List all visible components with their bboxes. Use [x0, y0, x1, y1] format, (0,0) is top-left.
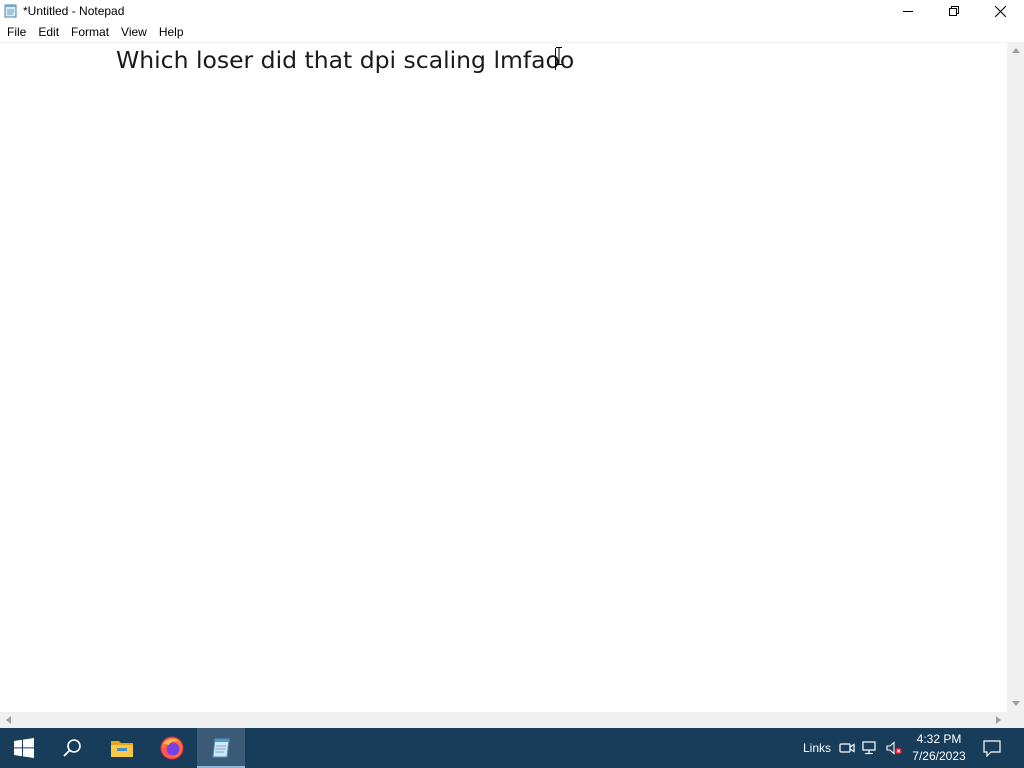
scroll-left-button[interactable] — [0, 712, 17, 728]
arrow-up-icon — [1011, 48, 1020, 53]
clock-date: 7/26/2023 — [912, 749, 966, 763]
title-bar[interactable]: *Untitled - Notepad — [0, 0, 1024, 22]
restore-button[interactable] — [931, 0, 977, 22]
restore-icon — [949, 6, 959, 16]
scroll-down-button[interactable] — [1007, 695, 1024, 712]
arrow-left-icon — [6, 716, 11, 724]
notepad-taskbar-button[interactable] — [197, 728, 245, 768]
menu-edit[interactable]: Edit — [32, 22, 65, 42]
notification-icon — [983, 739, 1001, 757]
file-explorer-button[interactable] — [98, 728, 146, 768]
menu-file[interactable]: File — [0, 22, 32, 42]
menu-format[interactable]: Format — [65, 22, 115, 42]
links-toolbar[interactable]: Links — [803, 728, 831, 768]
menu-bar: File Edit Format View Help — [0, 22, 1024, 42]
file-explorer-icon — [111, 741, 133, 757]
volume-muted-icon — [886, 741, 902, 755]
arrow-right-icon — [996, 716, 1001, 724]
editor-content[interactable]: Which loser did that dpi scaling lmfaoo — [116, 45, 574, 75]
scroll-up-button[interactable] — [1007, 42, 1024, 59]
network-icon — [862, 741, 876, 755]
text-editor-area[interactable]: Which loser did that dpi scaling lmfaoo — [0, 42, 1007, 713]
system-clock[interactable]: 4:32 PM 7/26/2023 — [905, 731, 973, 765]
notepad-window: *Untitled - Notepad File Edit Format Vie… — [0, 0, 1024, 728]
scrollbar-corner — [1007, 712, 1024, 728]
close-icon — [994, 5, 1006, 17]
start-button[interactable] — [0, 728, 48, 768]
minimize-button[interactable] — [885, 0, 931, 22]
notepad-icon — [212, 738, 230, 758]
vertical-scrollbar[interactable] — [1007, 42, 1024, 712]
ibeam-cursor-icon — [556, 47, 562, 65]
scroll-right-button[interactable] — [990, 712, 1007, 728]
minimize-icon — [903, 11, 913, 12]
meet-now-button[interactable] — [839, 740, 855, 756]
arrow-down-icon — [1011, 701, 1020, 706]
clock-time: 4:32 PM — [916, 732, 962, 746]
network-button[interactable] — [862, 740, 878, 756]
windows-start-icon — [14, 738, 34, 758]
menu-view[interactable]: View — [115, 22, 153, 42]
search-button[interactable] — [48, 728, 96, 768]
menu-help[interactable]: Help — [153, 22, 190, 42]
volume-button[interactable] — [886, 740, 902, 756]
firefox-button[interactable] — [148, 728, 196, 768]
meet-now-icon — [839, 743, 855, 753]
close-button[interactable] — [977, 0, 1023, 22]
search-icon — [63, 739, 81, 757]
window-title: *Untitled - Notepad — [23, 4, 125, 18]
notepad-app-icon[interactable] — [4, 4, 18, 18]
firefox-icon — [160, 736, 184, 760]
horizontal-scrollbar[interactable] — [0, 712, 1007, 728]
taskbar: Links 4:32 PM 7/26/2023 — [0, 728, 1024, 768]
action-center-button[interactable] — [982, 738, 1002, 758]
